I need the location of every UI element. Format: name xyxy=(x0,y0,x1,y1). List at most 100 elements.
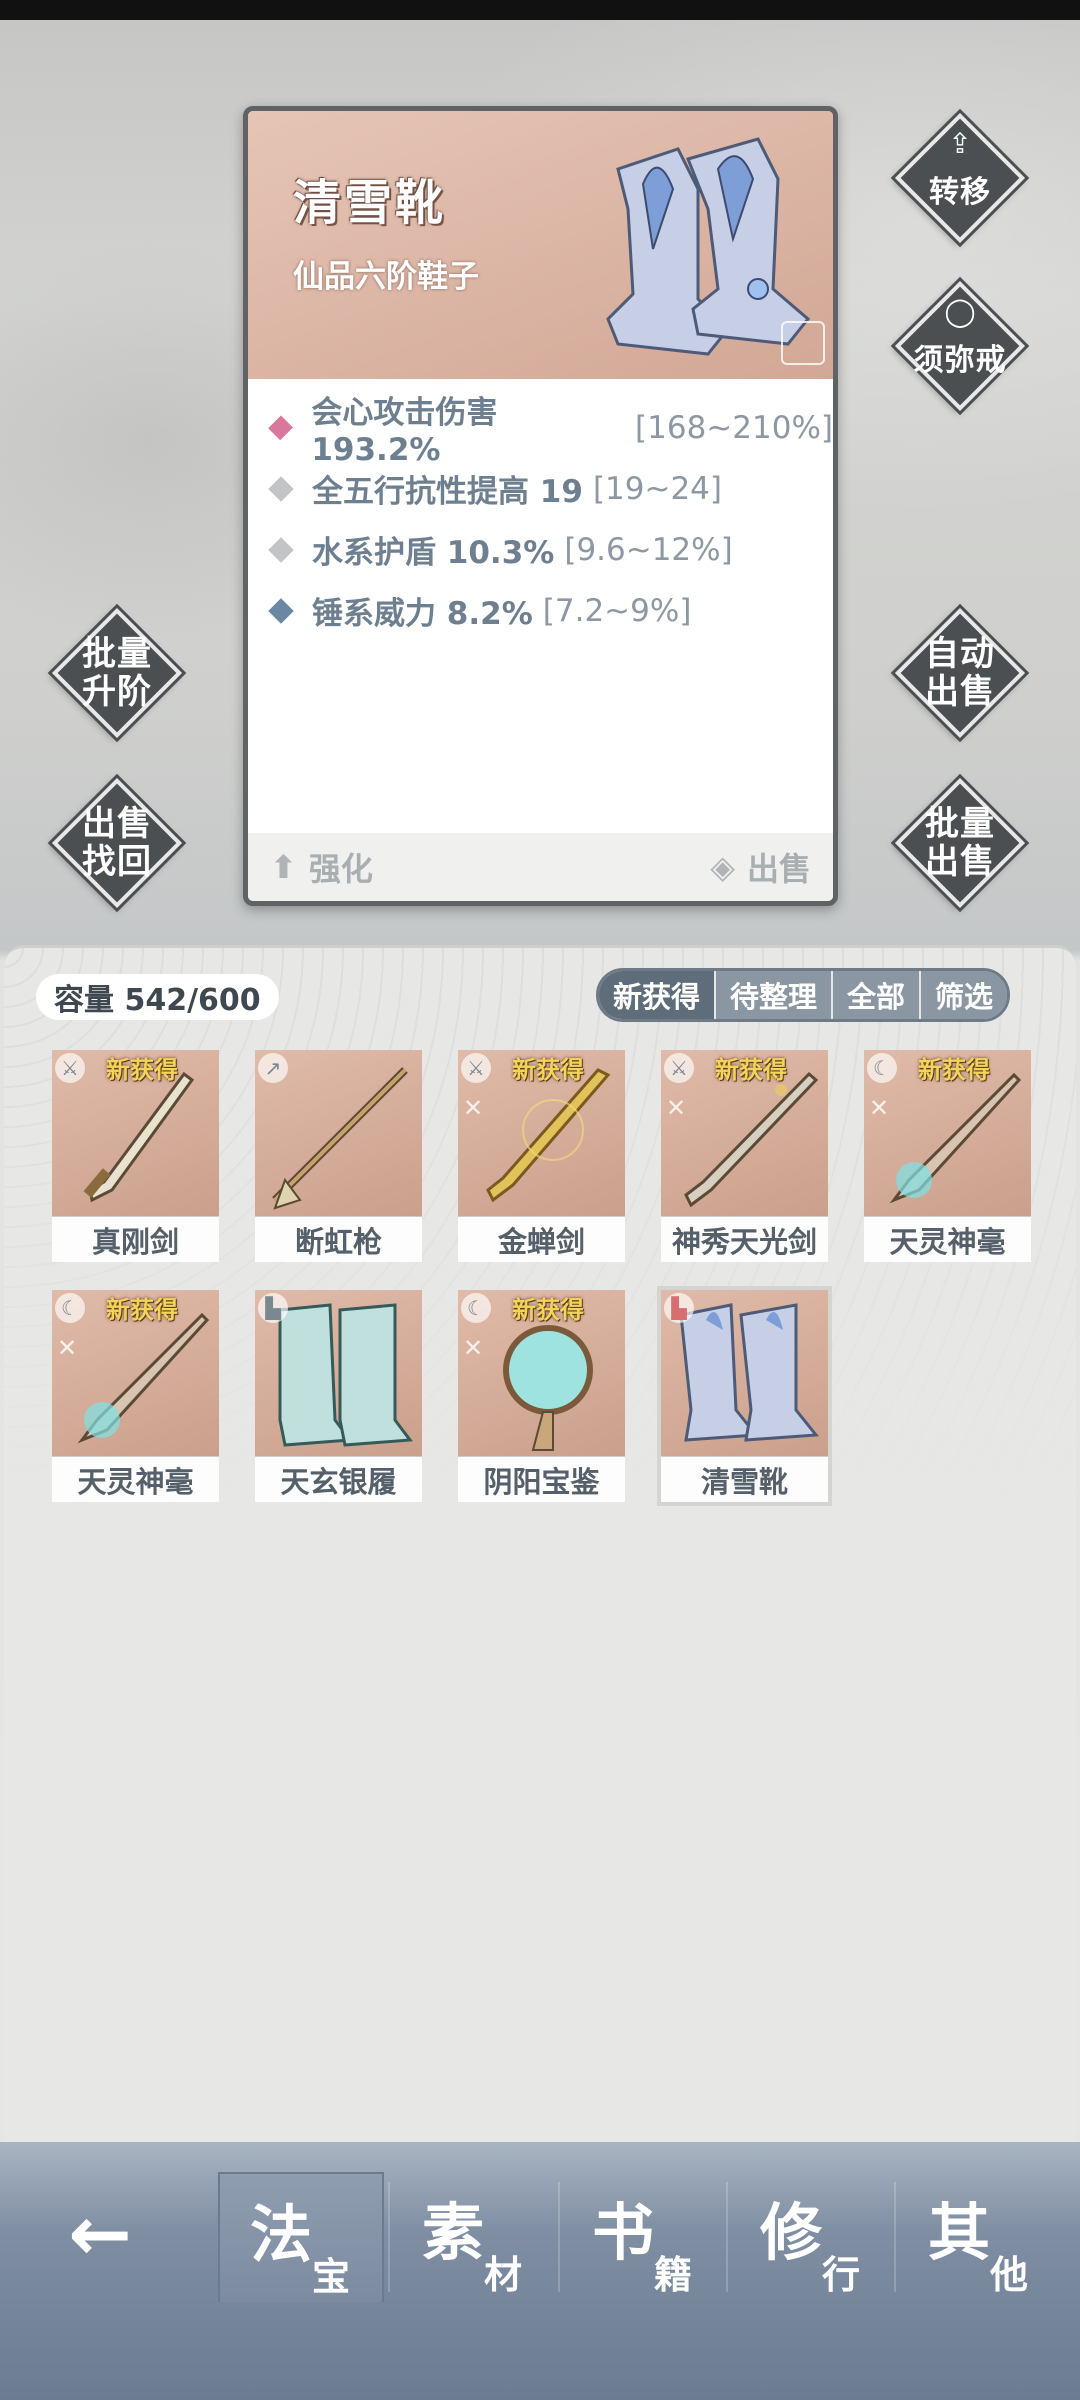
item-name: 天灵神毫 xyxy=(52,1456,219,1502)
stat-range: [7.2~9%] xyxy=(542,592,692,629)
new-badge: 新获得 xyxy=(918,1056,990,1084)
item-name: 神秀天光剑 xyxy=(661,1216,828,1262)
tab-cultivation-sub: 行 xyxy=(822,2252,861,2297)
filter-tab-pending[interactable]: 待整理 xyxy=(716,971,834,1019)
stat-text: 水系护盾 10.3% xyxy=(312,535,555,571)
upgrade-arrow-icon: ⬆ xyxy=(270,848,297,886)
auto-sell-button[interactable]: 自动 出售 xyxy=(894,607,1026,739)
tab-materials-main: 素 xyxy=(422,2196,485,2269)
arrow-left-icon[interactable]: ← xyxy=(55,2194,145,2274)
transfer-label: 转移 xyxy=(929,175,991,210)
tab-materials-sub: 材 xyxy=(484,2252,523,2297)
inventory-item[interactable]: ☾ ✕ 新获得 天灵神毫 xyxy=(864,1050,1031,1262)
sumeru-ring-label: 须弥戒 xyxy=(913,343,1007,378)
inventory-item[interactable]: ⚔ ✕ 新获得 神秀天光剑 xyxy=(661,1050,828,1262)
nav-divider xyxy=(558,2182,560,2292)
nav-divider xyxy=(388,2182,390,2292)
nav-divider xyxy=(726,2182,728,2292)
stat-row: 全五行抗性提高 19 [19~24] xyxy=(248,458,833,519)
tab-cultivation-main: 修 xyxy=(760,2196,823,2269)
boot-icon: ▙ xyxy=(258,1293,288,1323)
inventory-item[interactable]: ▙ 天玄银履 xyxy=(255,1290,422,1502)
tab-treasure-main: 法 xyxy=(250,2198,313,2271)
stat-text: 锤系威力 8.2% xyxy=(312,596,533,632)
tab-treasure-sub: 宝 xyxy=(312,2254,351,2299)
stat-list: 会心攻击伤害 193.2% [168~210%] 全五行抗性提高 19 [19~… xyxy=(248,379,833,641)
sell-button[interactable]: ◈ 出售 xyxy=(710,844,811,890)
sword-icon: ⚔ xyxy=(461,1053,491,1083)
gem-icon xyxy=(268,415,294,440)
boot-icon: ▙ xyxy=(664,1293,694,1323)
item-name: 天玄银履 xyxy=(255,1456,422,1502)
tab-others[interactable]: 其 他 xyxy=(898,2172,1064,2302)
inventory-item[interactable]: ↗ 断虹枪 xyxy=(255,1050,422,1262)
tab-books-sub: 籍 xyxy=(654,2252,693,2297)
gem-icon xyxy=(268,536,294,563)
rune-icon: ✕ xyxy=(869,1094,890,1122)
rune-icon: ✕ xyxy=(666,1094,687,1122)
item-detail-card: 清雪靴 仙品六阶鞋子 会心攻击伤害 193.2% [168~210%] 全五行抗… xyxy=(243,106,838,906)
batch-sell-label: 批量 出售 xyxy=(925,804,995,882)
batch-sell-button[interactable]: 批量 出售 xyxy=(894,777,1026,909)
enhance-label: 强化 xyxy=(308,850,373,888)
brush-icon: ☾ xyxy=(55,1293,85,1323)
tab-materials[interactable]: 素 材 xyxy=(392,2172,558,2302)
brush-icon: ☾ xyxy=(867,1053,897,1083)
sell-label: 出售 xyxy=(746,850,811,888)
sell-tag-icon: ◈ xyxy=(710,848,735,886)
tab-treasure[interactable]: 法 宝 xyxy=(218,2172,384,2302)
sumeru-ring-button[interactable]: ◯ 须弥戒 xyxy=(894,280,1026,412)
tab-books[interactable]: 书 籍 xyxy=(562,2172,728,2302)
filter-tab-all[interactable]: 全部 xyxy=(833,971,922,1019)
nav-divider xyxy=(894,2182,896,2292)
stat-range: [9.6~12%] xyxy=(564,531,733,568)
rune-icon: ✕ xyxy=(463,1094,484,1122)
tab-others-main: 其 xyxy=(928,2196,991,2269)
capacity-counter: 容量 542/600 xyxy=(36,974,279,1020)
stat-range: [168~210%] xyxy=(635,409,833,446)
new-badge: 新获得 xyxy=(106,1056,178,1084)
new-badge: 新获得 xyxy=(106,1296,178,1324)
enhance-button[interactable]: ⬆ 强化 xyxy=(270,844,373,890)
tab-books-main: 书 xyxy=(592,2196,655,2269)
stat-row: 水系护盾 10.3% [9.6~12%] xyxy=(248,519,833,580)
inventory-item[interactable]: ▙ 清雪靴 xyxy=(661,1290,828,1502)
tab-others-sub: 他 xyxy=(990,2252,1029,2297)
inventory-item[interactable]: ⚔ ✕ 新获得 金蝉剑 xyxy=(458,1050,625,1262)
stat-row: 锤系威力 8.2% [7.2~9%] xyxy=(248,580,833,641)
auto-sell-label: 自动 出售 xyxy=(925,634,995,712)
lock-icon[interactable] xyxy=(781,321,825,365)
stat-text: 会心攻击伤害 193.2% xyxy=(311,395,498,468)
transfer-button[interactable]: ⇪ 转移 xyxy=(894,112,1026,244)
sell-retrieve-label: 出售 找回 xyxy=(82,804,152,882)
gem-icon xyxy=(268,597,294,624)
item-name: 阴阳宝鉴 xyxy=(458,1456,625,1502)
item-name: 金蝉剑 xyxy=(458,1216,625,1262)
stat-range: [19~24] xyxy=(592,470,722,507)
item-name: 断虹枪 xyxy=(255,1216,422,1262)
mirror-icon: ☾ xyxy=(461,1293,491,1323)
spear-icon: ↗ xyxy=(258,1053,288,1083)
inventory-item[interactable]: ☾ ✕ 新获得 天灵神毫 xyxy=(52,1290,219,1502)
batch-upgrade-label: 批量 升阶 xyxy=(82,634,152,712)
filter-tabs: 新获得 待整理 全部 筛选 xyxy=(596,968,1011,1022)
inventory-item[interactable]: ⚔ 新获得 真刚剑 xyxy=(52,1050,219,1262)
filter-tab-filter[interactable]: 筛选 xyxy=(921,971,1008,1019)
item-grade: 仙品六阶鞋子 xyxy=(293,259,479,295)
item-card-footer: ⬆ 强化 ◈ 出售 xyxy=(248,833,833,901)
item-name: 真刚剑 xyxy=(52,1216,219,1262)
item-name: 天灵神毫 xyxy=(864,1216,1031,1262)
tab-cultivation[interactable]: 修 行 xyxy=(730,2172,896,2302)
sell-retrieve-button[interactable]: 出售 找回 xyxy=(51,777,183,909)
stat-row: 会心攻击伤害 193.2% [168~210%] xyxy=(248,395,833,468)
item-name: 清雪靴 xyxy=(293,175,447,231)
sword-icon: ⚔ xyxy=(55,1053,85,1083)
new-badge: 新获得 xyxy=(512,1056,584,1084)
new-badge: 新获得 xyxy=(715,1056,787,1084)
filter-tab-new[interactable]: 新获得 xyxy=(599,971,717,1019)
batch-upgrade-button[interactable]: 批量 升阶 xyxy=(51,607,183,739)
inventory-item[interactable]: ☾ ✕ 新获得 阴阳宝鉴 xyxy=(458,1290,625,1502)
stat-text: 全五行抗性提高 19 xyxy=(312,474,583,510)
rune-icon: ✕ xyxy=(57,1334,78,1362)
item-name: 清雪靴 xyxy=(661,1456,828,1502)
